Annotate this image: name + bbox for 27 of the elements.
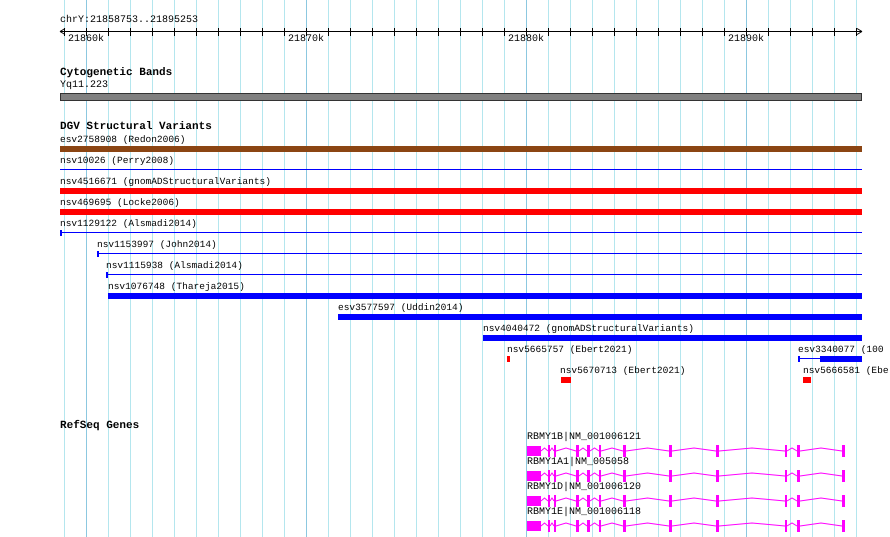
location-label: chrY:21858753..21895253 — [60, 15, 198, 27]
variant-label: nsv1129122 (Alsmadi2014) — [60, 218, 197, 230]
band-label: Yq11.223 — [60, 80, 108, 92]
variant-label: nsv4516671 (gnomADStructuralVariants) — [60, 176, 271, 188]
gene-label: RBMY1B|NM_001006121 — [527, 432, 642, 444]
variant-label: nsv5670713 (Ebert2021) — [560, 365, 686, 377]
gene-label: RBMY1D|NM_001006120 — [527, 482, 642, 494]
variant-label: nsv10026 (Perry2008) — [60, 155, 174, 167]
variant-label: nsv1153997 (John2014) — [97, 239, 217, 251]
track-title: Cytogenetic Bands — [60, 67, 172, 80]
track-title: RefSeq Genes — [60, 420, 140, 433]
tick-label: 21890k — [728, 34, 764, 46]
track-title: DGV Structural Variants — [60, 121, 212, 134]
gene-label: RBMY1A1|NM_005058 — [527, 457, 630, 469]
tick-label: 21870k — [288, 34, 324, 46]
tick-label: 21860k — [68, 34, 104, 46]
variant-label: nsv4040472 (gnomADStructuralVariants) — [483, 323, 694, 335]
variant-label: nsv1076748 (Thareja2015) — [108, 281, 245, 293]
gene-label: RBMY1E|NM_001006118 — [527, 507, 642, 519]
tick-label: 21880k — [508, 34, 544, 46]
variant-label: nsv5666581 (Ebe — [803, 365, 889, 377]
variant-label: nsv1115938 (Alsmadi2014) — [106, 260, 243, 272]
variant-label: nsv469695 (Locke2006) — [60, 197, 180, 209]
variant-label: esv2758908 (Redon2006) — [60, 134, 186, 146]
variant-label: esv3340077 (100 — [798, 344, 884, 356]
variant-label: esv3577597 (Uddin2014) — [338, 302, 464, 314]
variant-label: nsv5665757 (Ebert2021) — [507, 344, 632, 356]
